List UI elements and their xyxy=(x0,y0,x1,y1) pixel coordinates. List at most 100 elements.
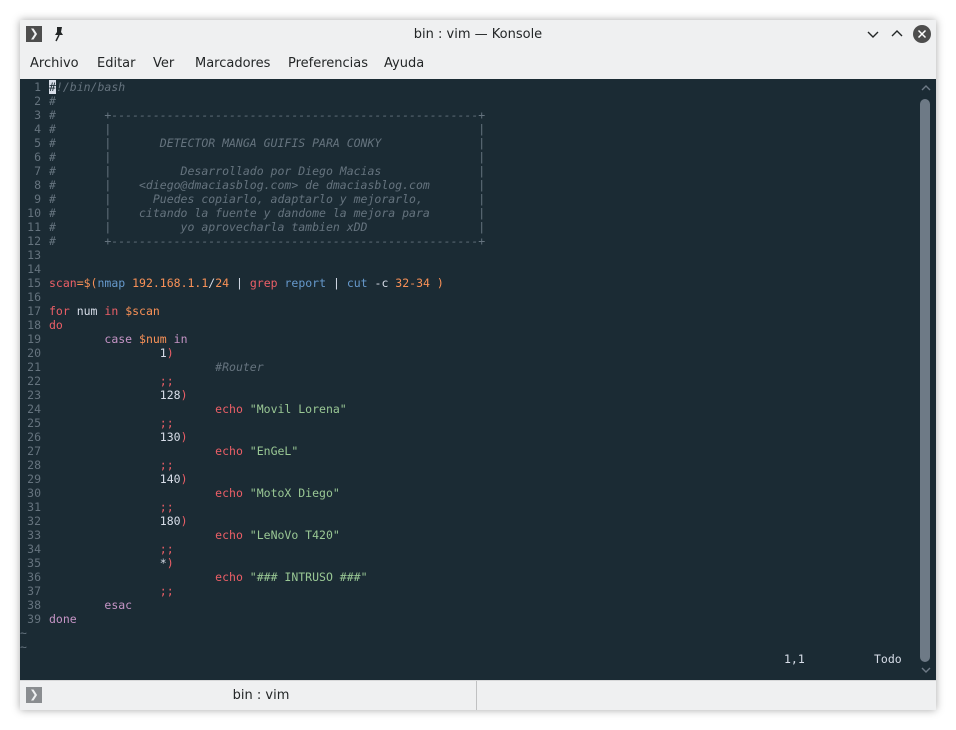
scroll-down-icon[interactable] xyxy=(920,665,932,675)
code-line[interactable]: 18 do xyxy=(20,318,63,332)
code-line[interactable]: 24 echo "Movil Lorena" xyxy=(20,402,347,416)
minimize-button[interactable] xyxy=(865,26,881,42)
code-line[interactable]: 30 echo "MotoX Diego" xyxy=(20,486,340,500)
code-token: cut xyxy=(346,276,375,290)
code-line[interactable]: 33 echo "LeNoVo T420" xyxy=(20,528,340,542)
line-number: 20 xyxy=(27,346,41,360)
scrollbar-thumb[interactable] xyxy=(920,99,930,662)
code-token: report xyxy=(284,276,327,290)
code-token: ) xyxy=(180,430,188,444)
menu-ver[interactable]: Ver xyxy=(153,49,174,79)
code-line[interactable]: 20 1) xyxy=(20,346,174,360)
code-line[interactable]: 19 case $num in xyxy=(20,332,187,346)
code-line[interactable]: 23 128) xyxy=(20,388,187,402)
code-line[interactable]: 39 done xyxy=(20,612,77,626)
line-content: *) xyxy=(49,556,174,570)
line-number: 34 xyxy=(27,542,41,556)
line-number: 18 xyxy=(27,318,41,332)
code-token: "LeNoVo T420" xyxy=(249,528,340,542)
code-line[interactable]: 28 ;; xyxy=(20,458,174,472)
terminal-scrollbar[interactable] xyxy=(916,79,936,680)
code-line[interactable]: 1 #!/bin/bash xyxy=(20,80,125,94)
code-line[interactable]: 13 xyxy=(20,248,49,262)
code-line[interactable]: 34 ;; xyxy=(20,542,174,556)
code-line[interactable]: 5 # | DETECTOR MANGA GUIFIS PARA CONKY | xyxy=(20,136,485,150)
code-line[interactable]: 2 # xyxy=(20,94,56,108)
code-token: for xyxy=(49,304,77,318)
menu-ayuda[interactable]: Ayuda xyxy=(384,49,424,79)
line-number: 16 xyxy=(27,290,41,304)
code-line[interactable]: 15 scan=$(nmap 192.168.1.1/24 | grep repo… xyxy=(20,276,444,290)
code-line[interactable]: 22 ;; xyxy=(20,374,174,388)
code-line[interactable]: 9 # | Puedes copiarlo, adaptarlo y mejora… xyxy=(20,192,485,206)
line-content: ;; xyxy=(49,458,174,472)
code-line[interactable]: 38 esac xyxy=(20,598,132,612)
line-number: 6 xyxy=(34,150,41,164)
line-number: 19 xyxy=(27,332,41,346)
code-line[interactable]: 35 *) xyxy=(20,556,174,570)
code-token: ;; xyxy=(159,500,174,514)
code-token: ;; xyxy=(159,542,174,556)
code-line[interactable]: 8 # | <diego@dmaciasblog.com> de dmaciasb… xyxy=(20,178,485,192)
code-line[interactable]: 29 140) xyxy=(20,472,188,486)
line-number: 9 xyxy=(34,192,41,206)
code-token: in xyxy=(104,304,126,318)
code-token: 1 xyxy=(49,346,167,360)
scroll-up-icon[interactable] xyxy=(920,83,932,93)
line-number: 36 xyxy=(27,570,41,584)
code-token: $scan xyxy=(125,304,160,318)
code-line[interactable]: 32 180) xyxy=(20,514,188,528)
code-line[interactable]: 16 xyxy=(20,290,49,304)
menu-preferencias[interactable]: Preferencias xyxy=(288,49,368,79)
maximize-button[interactable] xyxy=(889,26,905,42)
code-token: # | | xyxy=(49,122,486,136)
code-token: 128 xyxy=(49,388,181,402)
line-content: 140) xyxy=(49,472,188,486)
line-number: 12 xyxy=(27,234,41,248)
code-line[interactable]: 27 echo "EnGeL" xyxy=(20,444,298,458)
new-tab-button[interactable]: ❯ xyxy=(26,687,42,703)
line-number: 35 xyxy=(27,556,41,570)
code-line[interactable]: 11 # | yo aprovecharla tambien xDD | xyxy=(20,220,485,234)
code-line[interactable]: 25 ;; xyxy=(20,416,174,430)
code-token: * xyxy=(49,556,167,570)
code-line[interactable]: 21 #Router xyxy=(20,360,264,374)
line-content: 180) xyxy=(49,514,188,528)
code-token: ;; xyxy=(159,416,174,430)
close-button[interactable] xyxy=(913,25,931,43)
line-number: 3 xyxy=(34,108,41,122)
tab-bin-vim[interactable]: bin : vim xyxy=(46,681,477,710)
code-line[interactable]: 17 for num in $scan xyxy=(20,304,160,318)
code-line[interactable]: 3 # +------------------------------------… xyxy=(20,108,485,122)
code-line[interactable]: 26 130) xyxy=(20,430,188,444)
line-content: scan=$(nmap 192.168.1.1/24 | grep report… xyxy=(49,276,444,290)
code-line[interactable]: 31 ;; xyxy=(20,500,174,514)
code-line[interactable]: 12 # +-----------------------------------… xyxy=(20,234,485,248)
menu-marcadores[interactable]: Marcadores xyxy=(195,49,270,79)
code-line[interactable]: 6 # | | xyxy=(20,150,485,164)
line-content: # | <diego@dmaciasblog.com> de dmaciasbl… xyxy=(49,178,485,192)
code-token: ) xyxy=(180,472,188,486)
code-token: #Router xyxy=(215,360,264,374)
menu-editar[interactable]: Editar xyxy=(97,49,136,79)
code-line[interactable]: 36 echo "### INTRUSO ###" xyxy=(20,570,367,584)
title-bar[interactable]: ❯ bin : vim — Konsole xyxy=(20,20,936,50)
code-line[interactable]: 4 # | | xyxy=(20,122,485,136)
menu-archivo[interactable]: Archivo xyxy=(30,49,79,79)
code-token: $num xyxy=(139,332,174,346)
vim-tilde-line: ~ xyxy=(20,626,27,640)
code-line[interactable]: 14 xyxy=(20,262,49,276)
code-token: echo xyxy=(215,402,250,416)
code-line[interactable]: 10 # | citando la fuente y dandome la mej… xyxy=(20,206,485,220)
code-token: 130 xyxy=(49,430,181,444)
code-token: # xyxy=(49,94,56,108)
terminal-view[interactable]: 1 #!/bin/bash 2 #3 # +----------------------… xyxy=(20,79,916,667)
line-content: # | citando la fuente y dandome la mejor… xyxy=(49,206,485,220)
code-line[interactable]: 37 ;; xyxy=(20,584,174,598)
code-line[interactable]: 7 # | Desarrollado por Diego Macias | xyxy=(20,164,485,178)
